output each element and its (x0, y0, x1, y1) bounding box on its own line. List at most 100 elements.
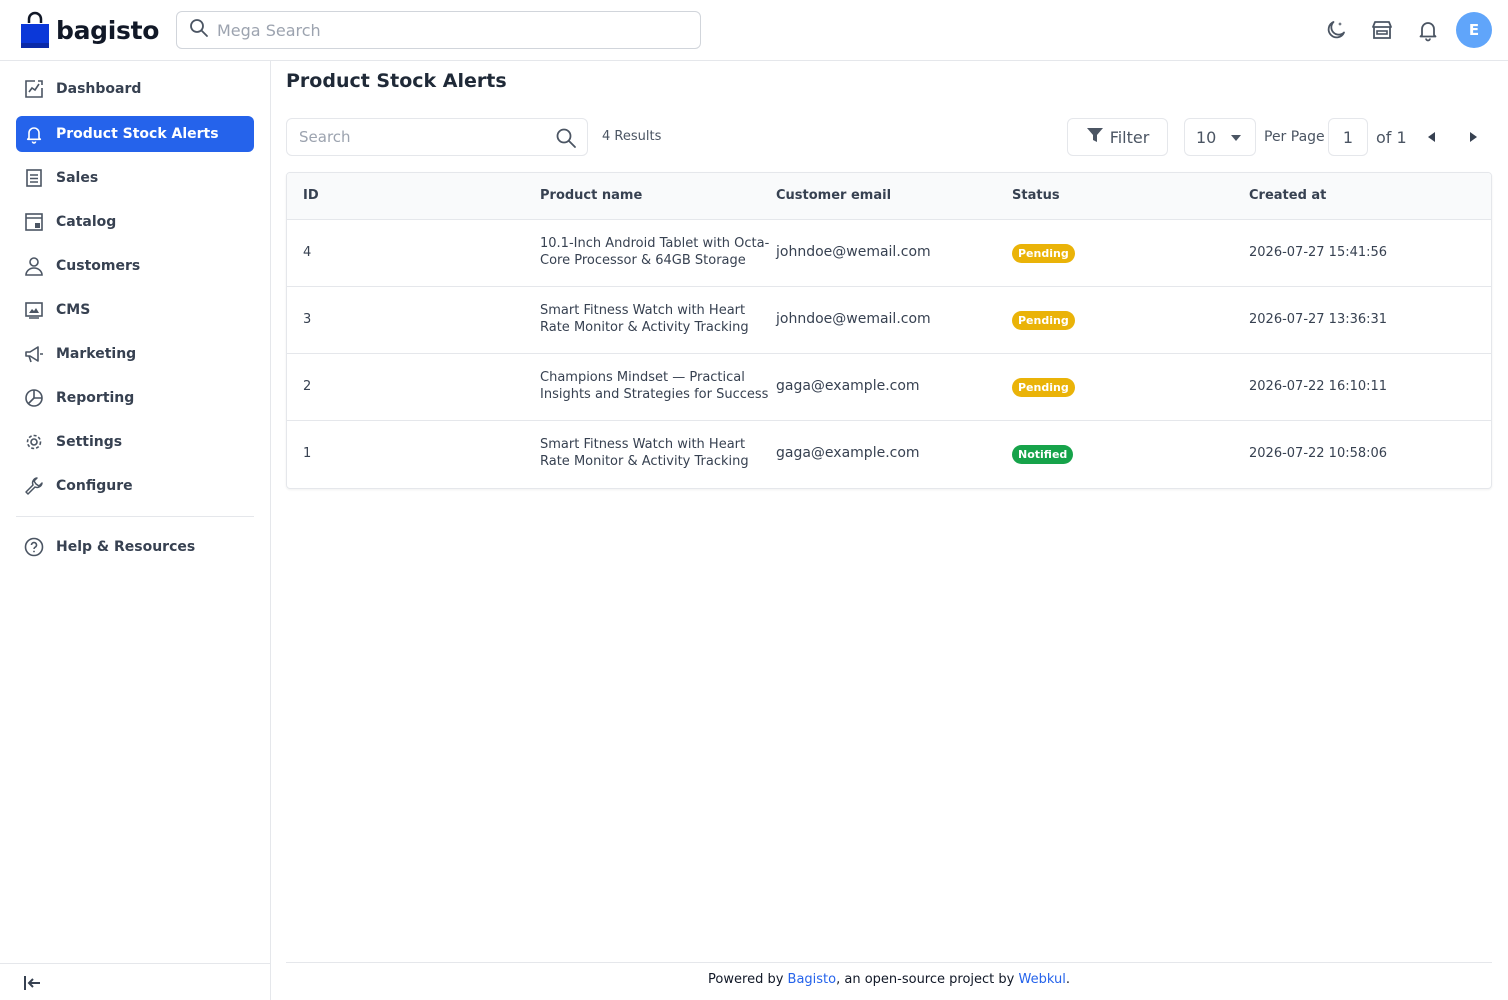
search-icon (189, 18, 209, 42)
sidebar-item-dashboard[interactable]: Dashboard (16, 71, 254, 107)
sidebar-divider (16, 516, 254, 517)
table-header: ID Product name Customer email Status Cr… (287, 173, 1491, 220)
search-icon[interactable] (555, 127, 577, 153)
shopping-bag-logo-icon (20, 10, 50, 50)
column-header-created-at[interactable]: Created at (1249, 188, 1326, 203)
megaphone-icon (24, 344, 44, 364)
sidebar: Dashboard Product Stock Alerts Sales Cat… (0, 61, 271, 1000)
cell-created-at: 2026-07-22 10:58:06 (1249, 446, 1388, 461)
sidebar-item-label: Configure (56, 478, 133, 494)
sidebar-item-help-resources[interactable]: Help & Resources (16, 529, 254, 565)
table-row: 1 Smart Fitness Watch with Heart Rate Mo… (287, 421, 1491, 488)
sidebar-item-label: Marketing (56, 346, 137, 362)
column-header-status[interactable]: Status (1012, 188, 1060, 203)
sidebar-item-label: Dashboard (56, 81, 142, 97)
chevron-down-icon (1231, 135, 1241, 141)
filter-funnel-icon (1086, 126, 1104, 148)
sidebar-item-label: Help & Resources (56, 539, 196, 555)
search-placeholder: Search (299, 128, 351, 146)
footer-middle: , an open-source project by (836, 972, 1019, 987)
dark-mode-moon-icon[interactable] (1323, 17, 1349, 43)
sidebar-footer (0, 963, 270, 1000)
sidebar-item-label: Reporting (56, 390, 135, 406)
page-title: Product Stock Alerts (286, 70, 507, 92)
cell-customer-email: johndoe@wemail.com (776, 311, 931, 327)
page-number-input[interactable]: 1 (1328, 118, 1368, 156)
sidebar-item-label: Settings (56, 434, 123, 450)
cell-customer-email: johndoe@wemail.com (776, 244, 931, 260)
catalog-icon (24, 212, 44, 232)
gear-icon (24, 432, 44, 452)
status-badge: Notified (1012, 445, 1074, 464)
dashboard-icon (24, 79, 44, 99)
cell-created-at: 2026-07-22 16:10:11 (1249, 379, 1388, 394)
logo-text: bagisto (56, 15, 160, 45)
footer-suffix: . (1065, 972, 1070, 987)
bagisto-logo[interactable]: bagisto (20, 10, 159, 50)
previous-page-icon[interactable] (1428, 132, 1435, 142)
column-header-id[interactable]: ID (303, 188, 319, 203)
sidebar-item-label: Catalog (56, 214, 117, 230)
sidebar-item-product-stock-alerts[interactable]: Product Stock Alerts (16, 116, 254, 152)
cell-created-at: 2026-07-27 15:41:56 (1249, 245, 1388, 260)
next-page-icon[interactable] (1470, 132, 1477, 142)
storefront-icon[interactable] (1369, 17, 1395, 43)
column-header-customer-email[interactable]: Customer email (776, 188, 891, 203)
footer-prefix: Powered by (708, 972, 788, 987)
top-header: bagisto Mega Search E (0, 0, 1508, 61)
page-total: of 1 (1376, 128, 1407, 147)
help-circle-icon (24, 537, 44, 557)
sidebar-item-label: Customers (56, 258, 141, 274)
per-page-select[interactable]: 10 (1184, 118, 1256, 156)
cell-product-name: Smart Fitness Watch with Heart Rate Moni… (540, 437, 749, 469)
sidebar-item-label: Product Stock Alerts (56, 126, 219, 142)
sidebar-item-marketing[interactable]: Marketing (16, 336, 254, 372)
cms-icon (24, 300, 44, 320)
mega-search-placeholder: Mega Search (217, 20, 321, 40)
customer-icon (24, 256, 44, 276)
filter-label: Filter (1109, 127, 1150, 147)
sidebar-item-customers[interactable]: Customers (16, 248, 254, 284)
table-row: 3 Smart Fitness Watch with Heart Rate Mo… (287, 287, 1491, 354)
sidebar-item-reporting[interactable]: Reporting (16, 380, 254, 416)
sidebar-item-label: Sales (56, 170, 99, 186)
table-row: 2 Champions Mindset — Practical Insights… (287, 354, 1491, 421)
wrench-icon (24, 476, 44, 496)
cell-created-at: 2026-07-27 13:36:31 (1249, 312, 1388, 327)
cell-customer-email: gaga@example.com (776, 445, 920, 461)
bell-icon (24, 124, 44, 144)
sidebar-item-catalog[interactable]: Catalog (16, 204, 254, 240)
mega-search-input[interactable]: Mega Search (176, 11, 701, 49)
pie-chart-icon (24, 388, 44, 408)
cell-product-name: Champions Mindset — Practical Insights a… (540, 370, 769, 402)
stock-alerts-table: ID Product name Customer email Status Cr… (286, 172, 1492, 489)
notification-bell-icon[interactable] (1415, 17, 1441, 43)
cell-product-name: 10.1-Inch Android Tablet with Octa-Core … (540, 236, 770, 268)
sidebar-item-configure[interactable]: Configure (16, 468, 254, 504)
datagrid-search-input[interactable]: Search (286, 118, 588, 156)
status-badge: Pending (1012, 378, 1075, 397)
cell-id: 2 (303, 379, 312, 394)
sidebar-item-settings[interactable]: Settings (16, 424, 254, 460)
status-badge: Pending (1012, 311, 1075, 330)
filter-button[interactable]: Filter (1067, 118, 1168, 156)
cell-product-name: Smart Fitness Watch with Heart Rate Moni… (540, 303, 749, 335)
webkul-link[interactable]: Webkul (1018, 972, 1065, 987)
cell-id: 4 (303, 245, 312, 260)
collapse-sidebar-icon[interactable] (22, 972, 44, 994)
per-page-label: Per Page (1264, 129, 1325, 145)
sidebar-item-sales[interactable]: Sales (16, 160, 254, 196)
sidebar-item-cms[interactable]: CMS (16, 292, 254, 328)
column-header-product-name[interactable]: Product name (540, 188, 642, 203)
per-page-value: 10 (1196, 127, 1217, 147)
cell-id: 1 (303, 446, 312, 461)
results-count: 4 Results (602, 129, 662, 144)
bagisto-link[interactable]: Bagisto (788, 972, 837, 987)
footer-divider (286, 962, 1492, 963)
table-row: 4 10.1-Inch Android Tablet with Octa-Cor… (287, 220, 1491, 287)
footer: Powered by Bagisto, an open-source proje… (286, 972, 1492, 987)
sales-icon (24, 168, 44, 188)
user-avatar[interactable]: E (1456, 12, 1492, 48)
cell-id: 3 (303, 312, 312, 327)
sidebar-item-label: CMS (56, 302, 91, 318)
